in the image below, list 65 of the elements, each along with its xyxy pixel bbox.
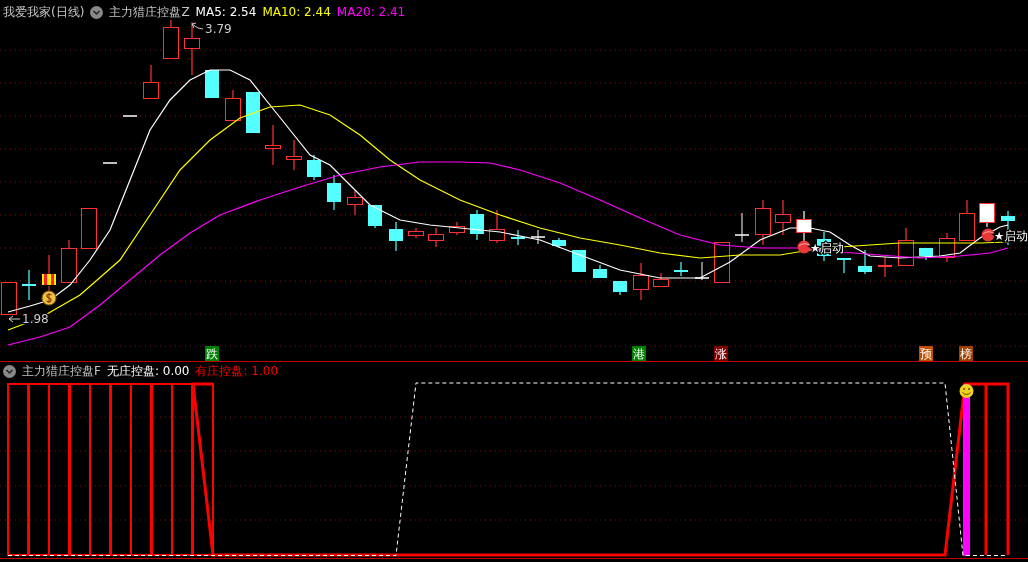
- candlestick: [163, 19, 179, 59]
- candlestick: [428, 227, 444, 248]
- candlestick: [858, 249, 872, 275]
- smiley-icon: [959, 384, 974, 398]
- candlestick: [979, 202, 995, 228]
- signal-marker: 预: [919, 346, 933, 361]
- indicator-name: 主力猎庄控盘F: [22, 363, 101, 379]
- ball-icon: [797, 240, 811, 254]
- candlestick: [122, 115, 138, 117]
- candlestick: [511, 229, 525, 246]
- arrow-icon: [8, 315, 21, 323]
- candlestick: [593, 264, 607, 279]
- candlestick: [184, 21, 200, 76]
- candlestick: [552, 237, 566, 249]
- candlestick: [530, 229, 546, 245]
- signal-marker: 跌: [205, 346, 219, 361]
- candlestick: [919, 247, 933, 261]
- candlestick: [674, 261, 688, 277]
- indicator-value: 有庄控盘: 1.00: [195, 363, 279, 379]
- candlestick: [653, 272, 669, 287]
- candlestick: [878, 256, 892, 278]
- candlestick: [898, 227, 914, 266]
- candlestick: [143, 64, 159, 99]
- candlestick: [286, 139, 302, 171]
- candlestick: [246, 91, 260, 134]
- signal-marker: 港: [632, 346, 646, 361]
- candlestick: [734, 212, 750, 243]
- ma-value: MA20: 2.41: [336, 4, 406, 20]
- dropdown-icon[interactable]: [3, 364, 16, 378]
- candlestick: [205, 69, 219, 99]
- candlestick: [225, 89, 241, 121]
- signal-marker: 涨: [714, 346, 728, 361]
- indicator-name: 主力猎庄控盘Z: [109, 4, 190, 20]
- candlestick: [408, 227, 424, 239]
- candlestick: [327, 174, 341, 211]
- ma-value: MA10: 2.44: [262, 4, 331, 20]
- candlestick: [775, 199, 791, 236]
- candlestick: [959, 199, 975, 241]
- candlestick: [102, 162, 118, 164]
- candlestick: [572, 249, 586, 273]
- signal-marker: 榜: [959, 346, 973, 361]
- candlestick: [613, 280, 627, 296]
- candlestick: [347, 189, 363, 216]
- candlestick: [265, 124, 281, 166]
- candlestick: [368, 204, 382, 229]
- candlestick: [42, 254, 56, 286]
- arrow-icon: [191, 22, 204, 30]
- candlestick: [307, 154, 321, 181]
- candlestick: [489, 209, 505, 244]
- candlestick: [81, 207, 97, 249]
- candlestick: [22, 269, 36, 301]
- high-price-label: 3.79: [205, 22, 232, 36]
- stock-title: 我爱我家(日线): [3, 4, 85, 20]
- candlestick: [470, 209, 484, 241]
- candlestick: [449, 221, 465, 236]
- candlestick: [389, 221, 403, 252]
- candlestick: [61, 239, 77, 283]
- candlestick: [633, 262, 649, 301]
- candlestick: [755, 199, 771, 246]
- indicator-value: 无庄控盘: 0.00: [106, 363, 190, 379]
- ma-value: MA5: 2.54: [195, 4, 257, 20]
- ball-icon: [981, 228, 995, 242]
- candlestick: [837, 257, 851, 274]
- dropdown-icon[interactable]: [90, 5, 104, 19]
- candlestick: [939, 232, 955, 263]
